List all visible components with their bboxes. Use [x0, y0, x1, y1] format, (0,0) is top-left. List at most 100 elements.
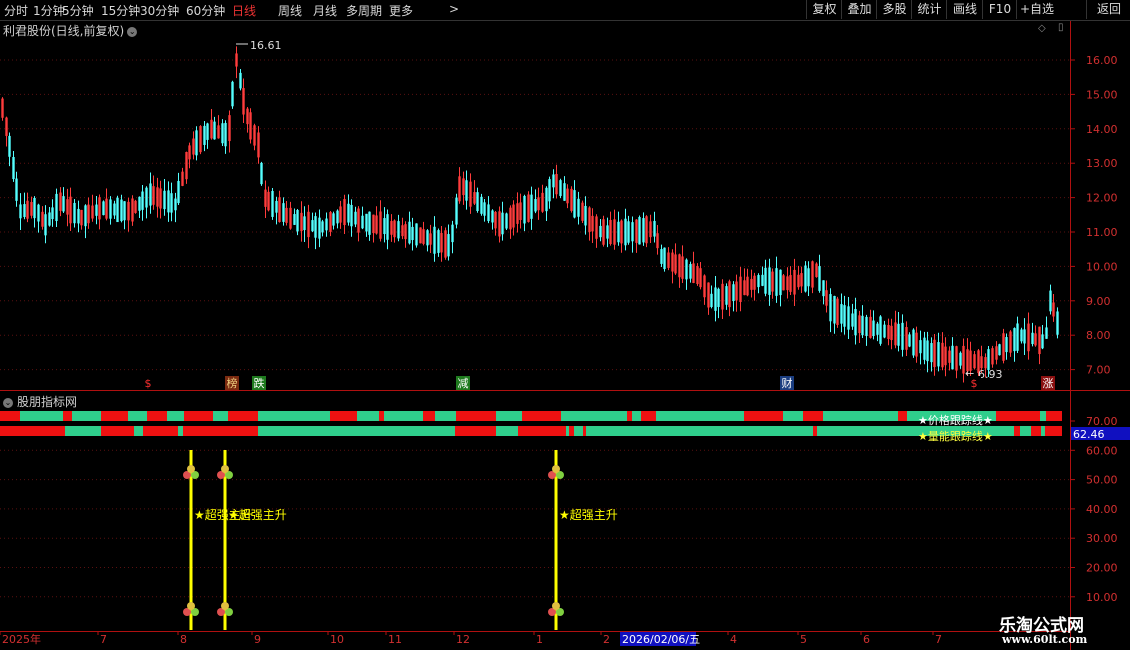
- diamond-icon[interactable]: ◇: [1038, 23, 1046, 34]
- candle-body: [519, 202, 522, 220]
- candle-body: [278, 197, 281, 223]
- candle-body: [926, 340, 929, 362]
- candle-body: [357, 208, 360, 233]
- period-tab-2[interactable]: 5分钟: [62, 2, 94, 19]
- period-tab-3[interactable]: 15分钟: [101, 2, 140, 19]
- candle-body: [55, 193, 58, 222]
- candle-body: [437, 230, 440, 253]
- period-tab-0[interactable]: 分时: [4, 2, 28, 19]
- candle-body: [80, 209, 83, 226]
- candle-body: [1045, 327, 1048, 339]
- candle-body: [717, 288, 720, 307]
- period-tab-1[interactable]: 1分钟: [33, 2, 65, 19]
- toolbar-button-6[interactable]: +自选: [1016, 0, 1057, 19]
- candle-body: [455, 197, 458, 225]
- price-tick-label: 11.00: [1086, 226, 1118, 239]
- period-tab-7[interactable]: 周线: [278, 2, 302, 19]
- candle-body: [123, 201, 126, 221]
- candle-body: [530, 194, 533, 219]
- toolbar-button-7[interactable]: 返回: [1086, 0, 1130, 19]
- stock-title-bar: 利君股份(日线,前复权) ⌄: [3, 22, 138, 39]
- candle-body: [851, 313, 854, 327]
- candle-body: [30, 202, 33, 216]
- candle-body: [87, 204, 90, 224]
- toolbar-button-5[interactable]: F10: [982, 0, 1017, 19]
- candle-body: [62, 196, 65, 212]
- candle-body: [325, 218, 328, 231]
- candle-body: [19, 204, 22, 219]
- period-tab-4[interactable]: 30分钟: [140, 2, 179, 19]
- candle-body: [465, 180, 468, 201]
- window-toggle-icon[interactable]: ▯: [1058, 22, 1064, 33]
- time-label: 6: [863, 633, 870, 646]
- period-tab-10[interactable]: 更多: [389, 2, 413, 19]
- candle-body: [905, 327, 908, 350]
- candle-body: [41, 211, 44, 227]
- candle-body: [912, 329, 915, 356]
- candle-body: [1038, 326, 1041, 355]
- candle-body: [217, 125, 220, 139]
- candle-body: [447, 234, 450, 257]
- period-tab-5[interactable]: 60分钟: [186, 2, 225, 19]
- toolbar-button-3[interactable]: 统计: [911, 0, 947, 19]
- candle-body: [69, 196, 72, 224]
- price-tick-label: 13.00: [1086, 157, 1118, 170]
- band-segment: [496, 426, 518, 436]
- more-chevron-icon[interactable]: >: [449, 2, 459, 16]
- candle-body: [300, 212, 303, 232]
- candle-body: [919, 340, 922, 354]
- candle-body: [12, 157, 15, 180]
- band-segment: [72, 411, 101, 421]
- chevron-down-icon[interactable]: ⌄: [3, 397, 13, 408]
- toolbar-button-4[interactable]: 画线: [946, 0, 983, 19]
- candle-body: [692, 263, 695, 284]
- candle-body: [771, 271, 774, 292]
- candle-body: [411, 226, 414, 241]
- band-segment: [167, 411, 184, 421]
- candle-body: [332, 213, 335, 226]
- candle-body: [998, 344, 1001, 356]
- candle-body: [444, 230, 447, 258]
- candle-body: [167, 190, 170, 213]
- band-segment: [20, 411, 63, 421]
- candle-body: [685, 259, 688, 280]
- toolbar-button-2[interactable]: 多股: [876, 0, 912, 19]
- candle-body: [840, 304, 843, 324]
- candle-body: [149, 183, 152, 206]
- period-tab-8[interactable]: 月线: [313, 2, 337, 19]
- period-tab-9[interactable]: 多周期: [346, 2, 382, 19]
- candle-body: [948, 350, 951, 363]
- candle-body: [483, 202, 486, 216]
- candle-body: [141, 191, 144, 210]
- low-price-label: 6.93: [978, 368, 1003, 381]
- candle-body: [699, 268, 702, 288]
- chevron-down-icon[interactable]: ⌄: [127, 26, 138, 37]
- candle-body: [764, 267, 767, 294]
- candle-body: [566, 188, 569, 204]
- candle-body: [635, 219, 638, 243]
- candle-body: [703, 275, 706, 298]
- candle-body: [732, 284, 735, 302]
- event-marker-4: 财: [782, 376, 793, 390]
- signal-dot: [552, 465, 560, 473]
- candle-body: [192, 138, 195, 155]
- time-label: 2025年: [2, 632, 41, 646]
- candle-body: [174, 198, 177, 211]
- stock-title: 利君股份(日线,前复权): [3, 24, 125, 38]
- candle-body: [249, 112, 252, 140]
- candle-body: [303, 216, 306, 231]
- candle-body: [95, 204, 98, 216]
- candle-body: [573, 190, 576, 218]
- candle-body: [620, 220, 623, 244]
- candle-body: [617, 221, 620, 243]
- toolbar-button-1[interactable]: 叠加: [841, 0, 877, 19]
- candle-body: [264, 189, 267, 207]
- candle-body: [642, 218, 645, 243]
- candle-body: [415, 223, 418, 246]
- candle-body: [609, 220, 612, 244]
- period-tab-6[interactable]: 日线: [232, 2, 256, 19]
- toolbar-button-0[interactable]: 复权: [806, 0, 842, 19]
- candle-body: [347, 203, 350, 223]
- candle-body: [451, 224, 454, 243]
- time-label: 9: [254, 633, 261, 646]
